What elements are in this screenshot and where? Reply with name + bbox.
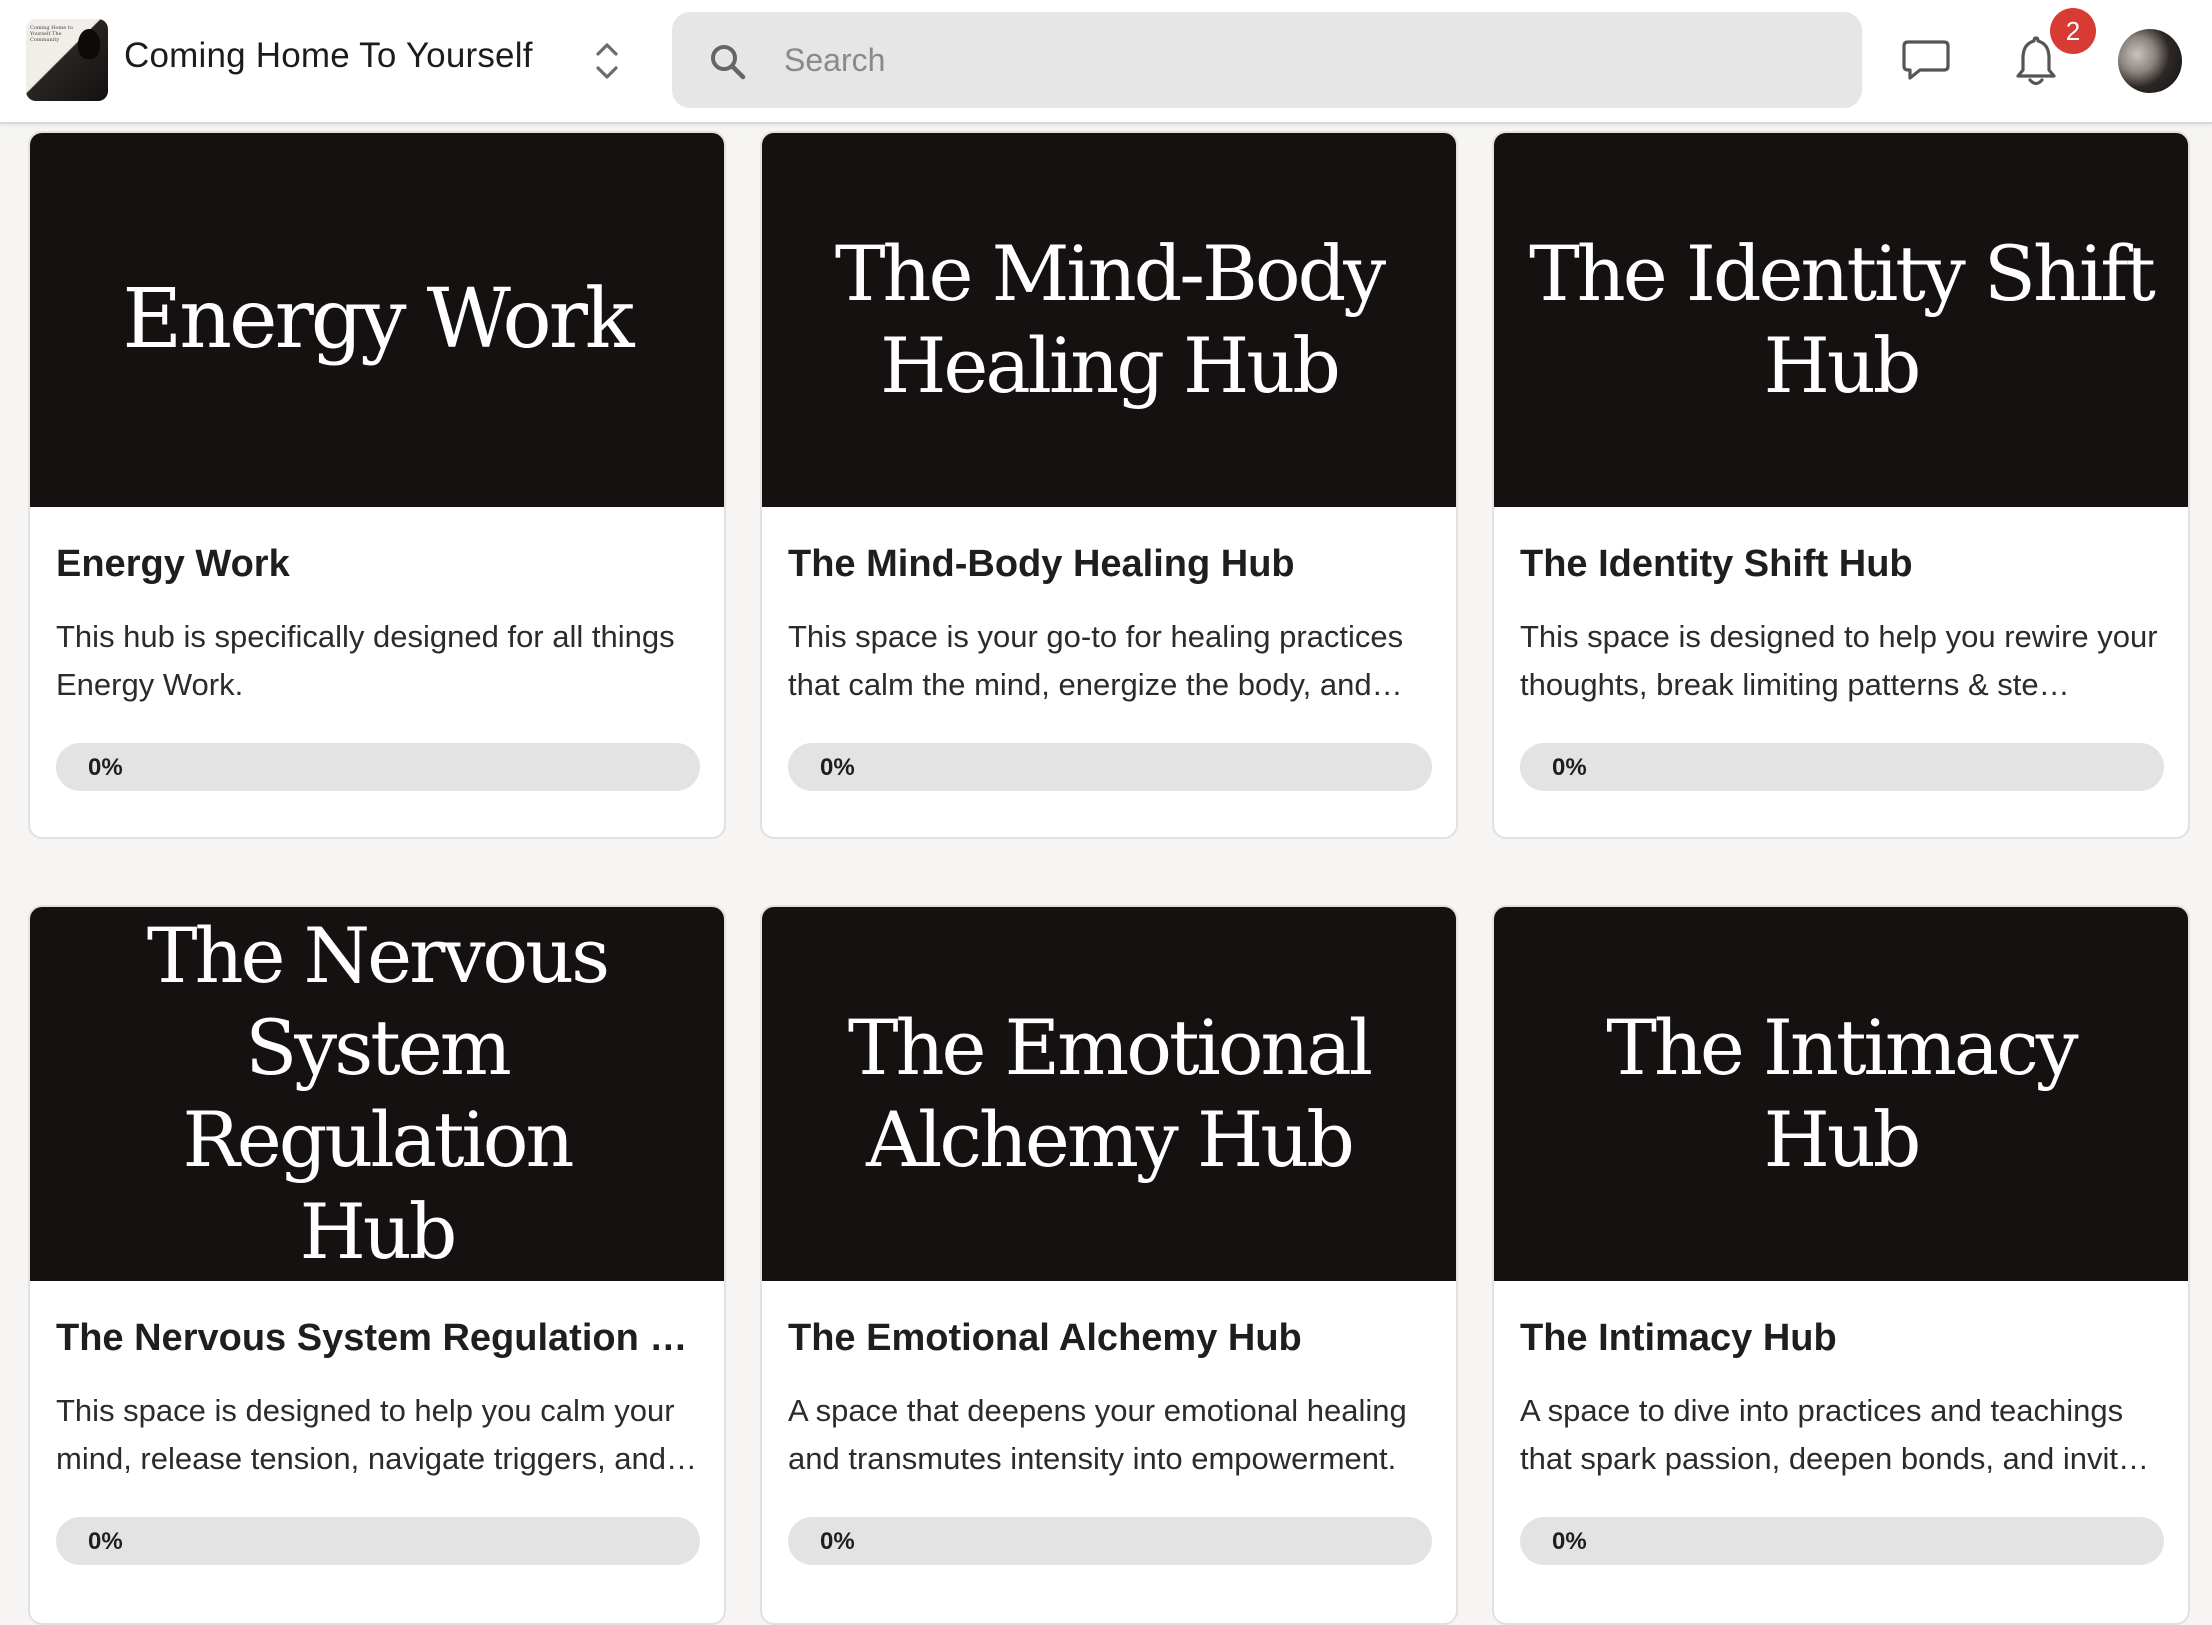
notification-badge: 2 — [2050, 8, 2096, 54]
progress-label: 0% — [820, 754, 855, 781]
cover-title: The Mind-Body Healing Hub — [805, 228, 1413, 412]
cover-line: The Identity Shift — [1529, 229, 2156, 318]
cover-title: The Emotional Alchemy Hub — [818, 1002, 1400, 1186]
progress-bar: 0% — [1520, 1517, 2164, 1565]
hub-description: A space to dive into practices and teach… — [1520, 1393, 2150, 1476]
progress-bar: 0% — [788, 743, 1432, 791]
progress-label: 0% — [1552, 754, 1587, 781]
cover-line: Hub — [1763, 321, 1922, 410]
cover-line: Healing Hub — [880, 321, 1341, 410]
hub-card-mind-body-healing[interactable]: The Mind-Body Healing Hub The Mind-Body … — [760, 131, 1458, 839]
hub-cover-image[interactable]: The Intimacy Hub — [1494, 907, 2188, 1281]
community-name[interactable]: Coming Home To Yourself — [124, 36, 533, 76]
hub-description: This space is designed to help you calm … — [56, 1393, 698, 1476]
hub-cover-image[interactable]: The Mind-Body Healing Hub — [762, 133, 1456, 507]
top-bar: Coming Home to Yourself The Community Co… — [0, 0, 2212, 124]
cover-line: The Mind-Body — [834, 229, 1386, 318]
chat-icon[interactable] — [1900, 36, 1952, 84]
hub-title[interactable]: The Identity Shift Hub — [1520, 543, 2170, 586]
logo-text: Coming Home to Yourself The Community — [30, 25, 73, 43]
search-input[interactable] — [784, 32, 1824, 88]
progress-bar: 0% — [788, 1517, 1432, 1565]
hub-description: This space is your go-to for healing pra… — [788, 619, 1404, 702]
community-logo[interactable]: Coming Home to Yourself The Community — [26, 19, 108, 101]
hub-card-emotional-alchemy[interactable]: The Emotional Alchemy Hub The Emotional … — [760, 905, 1458, 1625]
progress-label: 0% — [88, 754, 123, 781]
progress-label: 0% — [1552, 1528, 1587, 1555]
cover-line: Alchemy Hub — [866, 1095, 1355, 1184]
hub-card-energy-work[interactable]: Energy Work Energy Work This hub is spec… — [28, 131, 726, 839]
progress-bar: 0% — [56, 1517, 700, 1565]
hub-cover-image[interactable]: The Emotional Alchemy Hub — [762, 907, 1456, 1281]
avatar[interactable] — [2118, 29, 2182, 93]
hub-title[interactable]: The Intimacy Hub — [1520, 1317, 2170, 1360]
progress-label: 0% — [88, 1528, 123, 1555]
hub-cover-image[interactable]: The Identity Shift Hub — [1494, 133, 2188, 507]
hub-description: This hub is specifically designed for al… — [56, 619, 675, 702]
hub-title[interactable]: The Emotional Alchemy Hub — [788, 1317, 1438, 1360]
cover-line: Hub — [299, 1187, 458, 1276]
search-icon — [711, 45, 746, 80]
progress-bar: 0% — [1520, 743, 2164, 791]
cover-line: Energy Work — [122, 272, 634, 367]
logo-figure — [78, 29, 100, 59]
hub-cover-image[interactable]: Energy Work — [30, 133, 724, 507]
progress-bar: 0% — [56, 743, 700, 791]
hub-title[interactable]: The Mind-Body Healing Hub — [788, 543, 1438, 586]
cover-line: The Intimacy Hub — [1606, 1003, 2078, 1184]
hub-card-nervous-system[interactable]: The Nervous System Regulation Hub The Ne… — [28, 905, 726, 1625]
hub-title[interactable]: The Nervous System Regulation … — [56, 1317, 706, 1360]
hub-description: This space is designed to help you rewir… — [1520, 619, 2158, 702]
bell-icon[interactable] — [2014, 34, 2058, 88]
search-bar[interactable] — [672, 12, 1862, 108]
hub-card-intimacy[interactable]: The Intimacy Hub The Intimacy Hub A spac… — [1492, 905, 2190, 1625]
cover-title: Energy Work — [92, 274, 661, 366]
hub-description: A space that deepens your emotional heal… — [788, 1393, 1407, 1476]
cover-title: The Nervous System Regulation Hub — [30, 910, 724, 1278]
progress-label: 0% — [820, 1528, 855, 1555]
hub-cover-image[interactable]: The Nervous System Regulation Hub — [30, 907, 724, 1281]
cover-title: The Identity Shift Hub — [1499, 228, 2183, 412]
cover-line: System Regulation — [182, 1003, 575, 1184]
cover-line: The Nervous — [146, 911, 610, 1000]
hub-grid: Energy Work Energy Work This hub is spec… — [0, 0, 2212, 1625]
hub-card-identity-shift[interactable]: The Identity Shift Hub The Identity Shif… — [1492, 131, 2190, 839]
cover-title: The Intimacy Hub — [1494, 1002, 2188, 1186]
hub-title[interactable]: Energy Work — [56, 543, 706, 586]
chevron-up-down-icon[interactable] — [592, 38, 622, 84]
cover-line: The Emotional — [847, 1003, 1373, 1092]
